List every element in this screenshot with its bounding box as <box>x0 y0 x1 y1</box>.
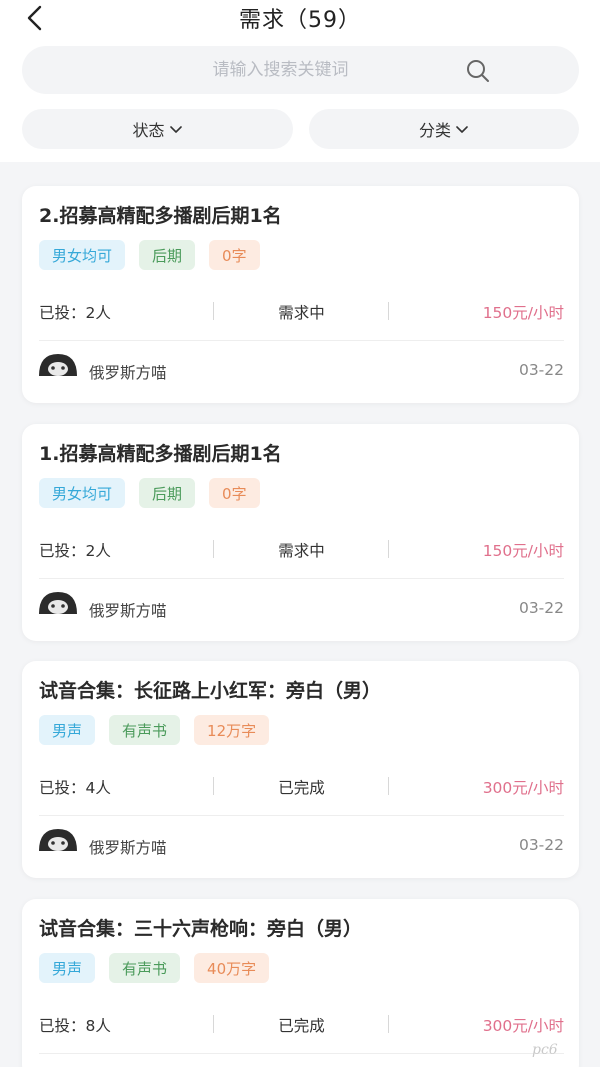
publisher-name: 俄罗斯方喵 <box>89 602 167 620</box>
divider <box>39 815 564 816</box>
card-stats: 已投：4人 已完成 300元/小时 <box>39 773 564 799</box>
category-filter[interactable]: 分类 <box>309 109 579 149</box>
publisher-row[interactable]: 俄罗斯方喵 03-22 <box>39 829 564 869</box>
type-tag: 后期 <box>139 240 196 270</box>
card-title: 试音合集：三十六声枪响：旁白（男） <box>39 918 363 940</box>
chevron-down-icon <box>456 126 468 133</box>
tag-list: 男女均可 后期 0字 <box>39 478 260 508</box>
word-count-tag: 12万字 <box>194 715 270 745</box>
search-input[interactable] <box>22 46 579 94</box>
price: 300元/小时 <box>482 779 564 797</box>
tag-list: 男声 有声书 40万字 <box>39 953 270 983</box>
publish-date: 03-22 <box>518 836 564 854</box>
price: 150元/小时 <box>482 542 564 560</box>
publisher-row[interactable]: 俄罗斯方喵 03-22 <box>39 592 564 632</box>
chevron-down-icon <box>169 126 182 133</box>
type-tag: 有声书 <box>109 953 181 983</box>
word-count-tag: 0字 <box>209 240 260 270</box>
divider <box>39 340 564 341</box>
card-title: 1.招募高精配多播剧后期1名 <box>39 443 282 465</box>
category-filter-label: 分类 <box>418 121 451 140</box>
divider <box>388 302 389 320</box>
word-count-tag: 40万字 <box>194 953 270 983</box>
avatar[interactable] <box>39 592 77 614</box>
publish-date: 03-22 <box>518 599 564 617</box>
gender-tag: 男声 <box>39 953 96 983</box>
divider <box>39 1053 564 1054</box>
nav-bar: 需求（59） <box>0 0 600 36</box>
avatar[interactable] <box>39 354 77 376</box>
type-tag: 后期 <box>139 478 196 508</box>
divider <box>39 578 564 579</box>
price: 300元/小时 <box>482 1017 564 1035</box>
page-title: 需求（59） <box>239 8 361 33</box>
card-title: 2.招募高精配多播剧后期1名 <box>39 205 282 227</box>
demand-card[interactable]: 试音合集：长征路上小红军：旁白（男） 男声 有声书 12万字 已投：4人 已完成… <box>22 661 579 878</box>
top-bar: 需求（59） 状态 分类 <box>0 0 600 162</box>
status-filter-label: 状态 <box>132 121 165 140</box>
gender-tag: 男女均可 <box>39 240 126 270</box>
publisher-name: 俄罗斯方喵 <box>89 839 167 857</box>
search-bar[interactable] <box>22 46 579 94</box>
type-tag: 有声书 <box>109 715 181 745</box>
card-title: 试音合集：长征路上小红军：旁白（男） <box>39 680 382 702</box>
avatar[interactable] <box>39 829 77 851</box>
divider <box>388 540 389 558</box>
word-count-tag: 0字 <box>209 478 260 508</box>
gender-tag: 男声 <box>39 715 96 745</box>
demand-card[interactable]: 2.招募高精配多播剧后期1名 男女均可 后期 0字 已投：2人 需求中 150元… <box>22 186 579 403</box>
card-stats: 已投：2人 需求中 150元/小时 <box>39 298 564 324</box>
card-stats: 已投：8人 已完成 300元/小时 <box>39 1011 564 1037</box>
publisher-name: 俄罗斯方喵 <box>89 364 167 382</box>
status-filter[interactable]: 状态 <box>22 109 293 149</box>
divider <box>388 1015 389 1033</box>
tag-list: 男女均可 后期 0字 <box>39 240 260 270</box>
demand-card[interactable]: 1.招募高精配多播剧后期1名 男女均可 后期 0字 已投：2人 需求中 150元… <box>22 424 579 641</box>
demand-card[interactable]: 试音合集：三十六声枪响：旁白（男） 男声 有声书 40万字 已投：8人 已完成 … <box>22 899 579 1067</box>
divider <box>388 777 389 795</box>
tag-list: 男声 有声书 12万字 <box>39 715 270 745</box>
price: 150元/小时 <box>482 304 564 322</box>
publisher-row[interactable]: 俄罗斯方喵 03-22 <box>39 354 564 394</box>
publish-date: 03-22 <box>518 361 564 379</box>
watermark-logo: pc6 <box>532 1042 558 1058</box>
card-stats: 已投：2人 需求中 150元/小时 <box>39 536 564 562</box>
gender-tag: 男女均可 <box>39 478 126 508</box>
search-icon[interactable] <box>465 58 491 84</box>
